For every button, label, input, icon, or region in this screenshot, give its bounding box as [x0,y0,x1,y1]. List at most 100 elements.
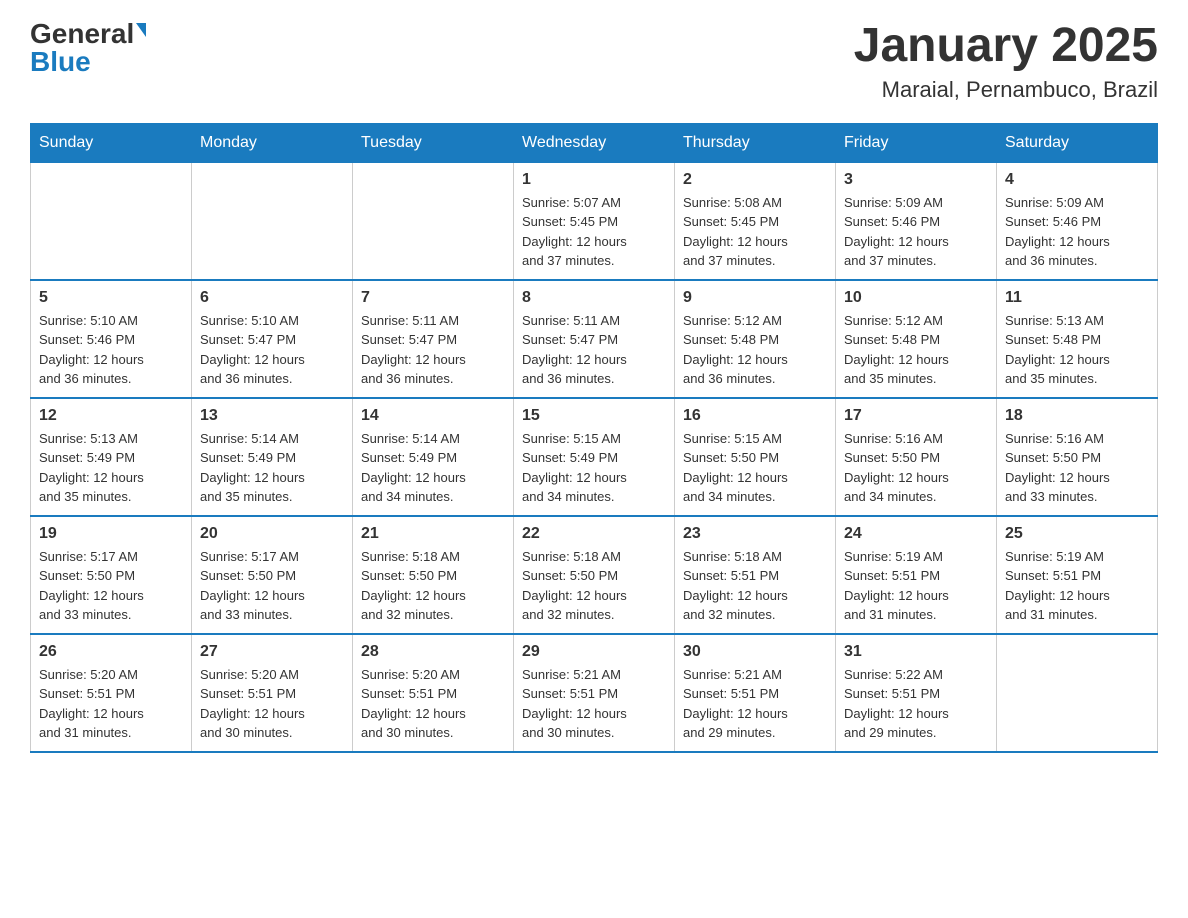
day-info: Sunrise: 5:21 AM Sunset: 5:51 PM Dayligh… [683,665,827,743]
day-cell: 26Sunrise: 5:20 AM Sunset: 5:51 PM Dayli… [31,634,192,752]
day-cell: 15 Sunrise: 5:15 AM Sunset: 5:49 PM Dayli… [514,398,675,516]
calendar-table: SundayMondayTuesdayWednesdayThursdayFrid… [30,123,1158,753]
day-info: Sunrise: 5:19 AM Sunset: 5:51 PM Dayligh… [1005,547,1149,625]
day-number: 9 [683,289,827,307]
day-cell: 20 Sunrise: 5:17 AM Sunset: 5:50 PM Dayli… [192,516,353,634]
day-info: Sunrise: 5:18 AM Sunset: 5:50 PM Dayligh… [522,547,666,625]
day-cell: 31 Sunrise: 5:22 AM Sunset: 5:51 PM Dayli… [836,634,997,752]
day-cell [997,634,1158,752]
day-info: Sunrise: 5:10 AM Sunset: 5:47 PM Dayligh… [200,311,344,389]
calendar-body: 1 Sunrise: 5:07 AM Sunset: 5:45 PM Daylig… [31,162,1158,752]
day-cell: 7 Sunrise: 5:11 AM Sunset: 5:47 PM Daylig… [353,280,514,398]
day-cell [353,162,514,280]
day-cell: 4 Sunrise: 5:09 AM Sunset: 5:46 PM Daylig… [997,162,1158,280]
day-cell: 27Sunrise: 5:20 AM Sunset: 5:51 PM Dayli… [192,634,353,752]
day-cell: 6 Sunrise: 5:10 AM Sunset: 5:47 PM Daylig… [192,280,353,398]
day-info: Sunrise: 5:20 AM Sunset: 5:51 PM Dayligh… [361,665,505,743]
day-cell: 3Sunrise: 5:09 AM Sunset: 5:46 PM Daylig… [836,162,997,280]
day-cell: 8 Sunrise: 5:11 AM Sunset: 5:47 PM Daylig… [514,280,675,398]
day-cell: 24Sunrise: 5:19 AM Sunset: 5:51 PM Dayli… [836,516,997,634]
header-row: SundayMondayTuesdayWednesdayThursdayFrid… [31,123,1158,162]
day-cell: 21 Sunrise: 5:18 AM Sunset: 5:50 PM Dayli… [353,516,514,634]
day-info: Sunrise: 5:19 AM Sunset: 5:51 PM Dayligh… [844,547,988,625]
day-info: Sunrise: 5:17 AM Sunset: 5:50 PM Dayligh… [39,547,183,625]
logo-triangle-icon [136,23,146,37]
logo: General Blue [30,20,146,76]
day-number: 27 [200,643,344,661]
day-info: Sunrise: 5:11 AM Sunset: 5:47 PM Dayligh… [361,311,505,389]
day-cell: 22Sunrise: 5:18 AM Sunset: 5:50 PM Dayli… [514,516,675,634]
day-number: 20 [200,525,344,543]
logo-general-text: General [30,20,134,48]
week-row-3: 19Sunrise: 5:17 AM Sunset: 5:50 PM Dayli… [31,516,1158,634]
header: General Blue January 2025 Maraial, Perna… [30,20,1158,103]
day-cell: 12Sunrise: 5:13 AM Sunset: 5:49 PM Dayli… [31,398,192,516]
day-info: Sunrise: 5:15 AM Sunset: 5:49 PM Dayligh… [522,429,666,507]
header-cell-friday: Friday [836,123,997,162]
day-number: 15 [522,407,666,425]
day-number: 1 [522,171,666,189]
day-cell: 28Sunrise: 5:20 AM Sunset: 5:51 PM Dayli… [353,634,514,752]
day-cell: 13Sunrise: 5:14 AM Sunset: 5:49 PM Dayli… [192,398,353,516]
day-info: Sunrise: 5:15 AM Sunset: 5:50 PM Dayligh… [683,429,827,507]
day-cell: 11 Sunrise: 5:13 AM Sunset: 5:48 PM Dayli… [997,280,1158,398]
day-info: Sunrise: 5:12 AM Sunset: 5:48 PM Dayligh… [683,311,827,389]
day-info: Sunrise: 5:16 AM Sunset: 5:50 PM Dayligh… [844,429,988,507]
day-number: 10 [844,289,988,307]
day-number: 18 [1005,407,1149,425]
day-number: 16 [683,407,827,425]
day-cell: 1 Sunrise: 5:07 AM Sunset: 5:45 PM Daylig… [514,162,675,280]
header-cell-thursday: Thursday [675,123,836,162]
header-cell-monday: Monday [192,123,353,162]
header-cell-sunday: Sunday [31,123,192,162]
day-cell: 25 Sunrise: 5:19 AM Sunset: 5:51 PM Dayli… [997,516,1158,634]
day-number: 31 [844,643,988,661]
day-cell: 16 Sunrise: 5:15 AM Sunset: 5:50 PM Dayli… [675,398,836,516]
day-info: Sunrise: 5:22 AM Sunset: 5:51 PM Dayligh… [844,665,988,743]
day-number: 25 [1005,525,1149,543]
day-info: Sunrise: 5:12 AM Sunset: 5:48 PM Dayligh… [844,311,988,389]
day-info: Sunrise: 5:13 AM Sunset: 5:48 PM Dayligh… [1005,311,1149,389]
day-number: 7 [361,289,505,307]
day-number: 2 [683,171,827,189]
day-number: 17 [844,407,988,425]
day-info: Sunrise: 5:09 AM Sunset: 5:46 PM Dayligh… [1005,193,1149,271]
week-row-4: 26Sunrise: 5:20 AM Sunset: 5:51 PM Dayli… [31,634,1158,752]
day-cell: 10 Sunrise: 5:12 AM Sunset: 5:48 PM Dayli… [836,280,997,398]
day-number: 14 [361,407,505,425]
day-info: Sunrise: 5:18 AM Sunset: 5:50 PM Dayligh… [361,547,505,625]
day-info: Sunrise: 5:21 AM Sunset: 5:51 PM Dayligh… [522,665,666,743]
day-cell: 18Sunrise: 5:16 AM Sunset: 5:50 PM Dayli… [997,398,1158,516]
day-cell: 5 Sunrise: 5:10 AM Sunset: 5:46 PM Daylig… [31,280,192,398]
day-number: 6 [200,289,344,307]
day-cell: 2 Sunrise: 5:08 AM Sunset: 5:45 PM Daylig… [675,162,836,280]
day-info: Sunrise: 5:10 AM Sunset: 5:46 PM Dayligh… [39,311,183,389]
day-cell: 9 Sunrise: 5:12 AM Sunset: 5:48 PM Daylig… [675,280,836,398]
day-info: Sunrise: 5:08 AM Sunset: 5:45 PM Dayligh… [683,193,827,271]
day-info: Sunrise: 5:18 AM Sunset: 5:51 PM Dayligh… [683,547,827,625]
day-number: 23 [683,525,827,543]
day-info: Sunrise: 5:13 AM Sunset: 5:49 PM Dayligh… [39,429,183,507]
header-cell-tuesday: Tuesday [353,123,514,162]
day-info: Sunrise: 5:14 AM Sunset: 5:49 PM Dayligh… [361,429,505,507]
day-number: 5 [39,289,183,307]
day-cell [31,162,192,280]
calendar-title: January 2025 [854,20,1158,73]
header-cell-wednesday: Wednesday [514,123,675,162]
day-info: Sunrise: 5:17 AM Sunset: 5:50 PM Dayligh… [200,547,344,625]
day-cell: 17 Sunrise: 5:16 AM Sunset: 5:50 PM Dayli… [836,398,997,516]
day-info: Sunrise: 5:07 AM Sunset: 5:45 PM Dayligh… [522,193,666,271]
header-cell-saturday: Saturday [997,123,1158,162]
day-number: 11 [1005,289,1149,307]
day-info: Sunrise: 5:09 AM Sunset: 5:46 PM Dayligh… [844,193,988,271]
calendar-header: SundayMondayTuesdayWednesdayThursdayFrid… [31,123,1158,162]
day-info: Sunrise: 5:11 AM Sunset: 5:47 PM Dayligh… [522,311,666,389]
day-number: 8 [522,289,666,307]
calendar-subtitle: Maraial, Pernambuco, Brazil [854,77,1158,103]
day-cell: 14 Sunrise: 5:14 AM Sunset: 5:49 PM Dayli… [353,398,514,516]
day-cell: 29Sunrise: 5:21 AM Sunset: 5:51 PM Dayli… [514,634,675,752]
day-info: Sunrise: 5:14 AM Sunset: 5:49 PM Dayligh… [200,429,344,507]
day-number: 4 [1005,171,1149,189]
day-number: 21 [361,525,505,543]
title-area: January 2025 Maraial, Pernambuco, Brazil [854,20,1158,103]
